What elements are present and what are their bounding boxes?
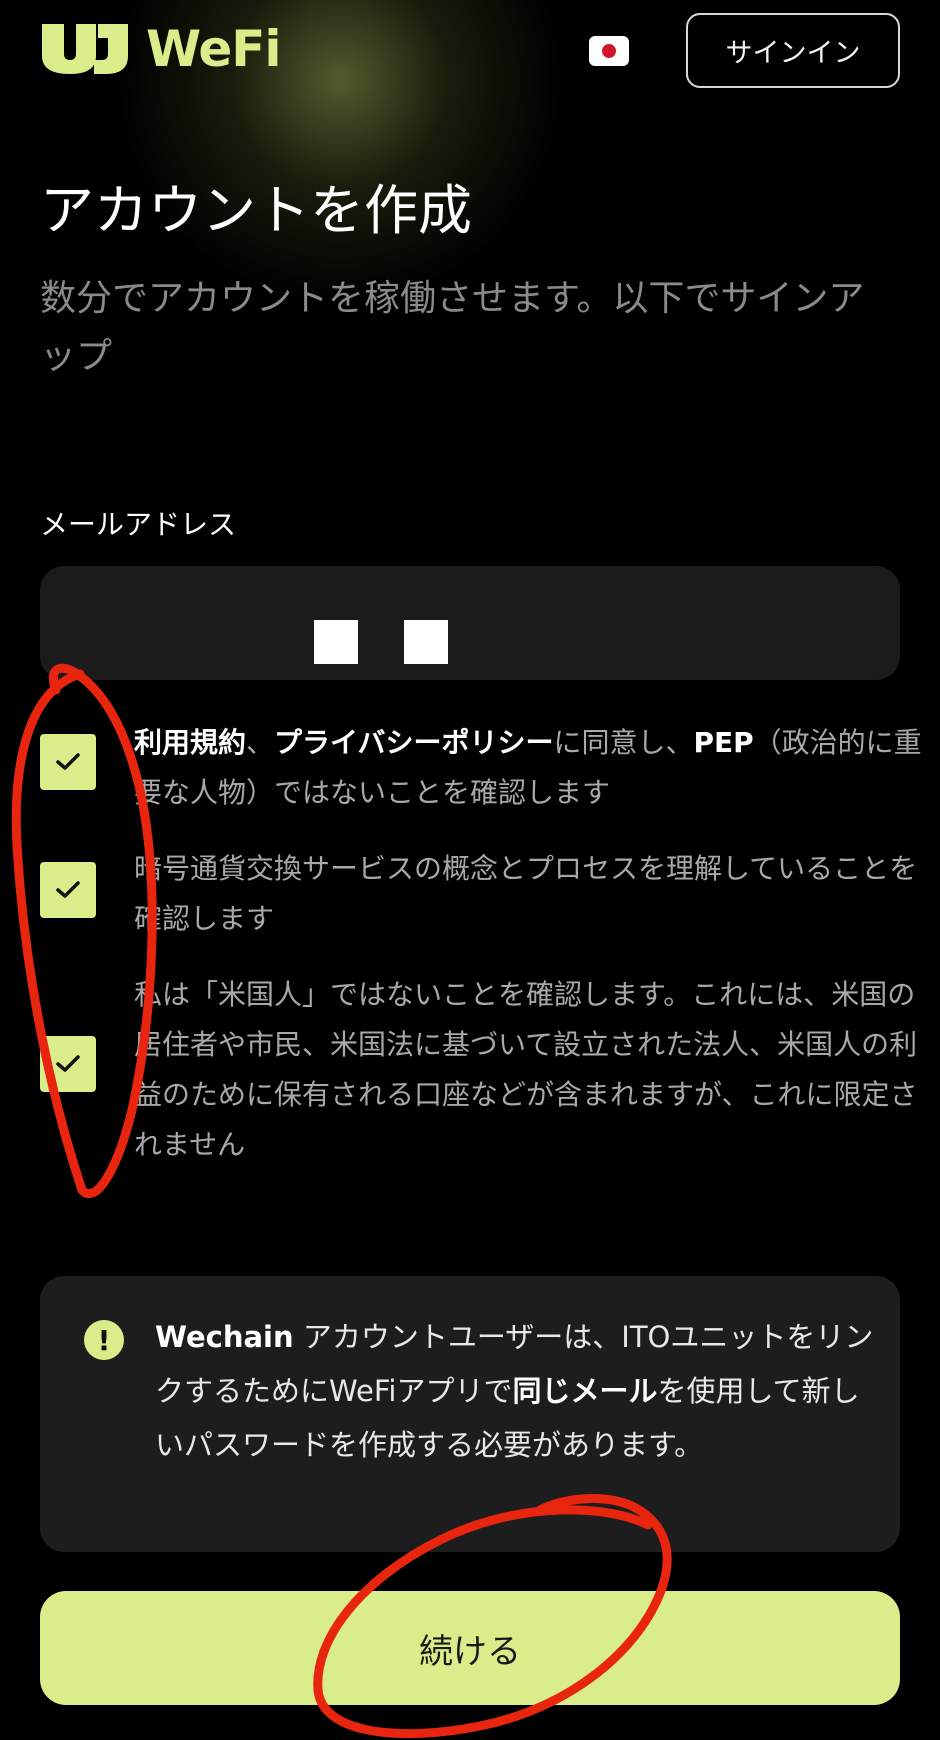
- continue-button[interactable]: 続ける: [40, 1591, 900, 1705]
- logo-text: WeFi: [146, 20, 282, 78]
- checkmark-icon: [56, 881, 80, 898]
- us-person-agreement-text: 私は「米国人」ではないことを確認します。これには、米国の居住者や市民、米国法に基…: [134, 978, 918, 1161]
- redaction-block: [314, 620, 358, 664]
- wefi-logo-mark-icon: [42, 24, 128, 74]
- flag-sun: [602, 44, 616, 58]
- separator-text: 、: [246, 726, 275, 759]
- terms-link[interactable]: 利用規約: [134, 726, 246, 759]
- japan-flag-icon[interactable]: [589, 36, 629, 66]
- redaction-block: [404, 620, 448, 664]
- signin-button[interactable]: サインイン: [686, 13, 900, 88]
- crypto-checkbox[interactable]: [40, 862, 96, 918]
- checkmark-icon: [56, 1055, 80, 1072]
- email-label: メールアドレス: [40, 508, 237, 541]
- terms-agreement-text: 利用規約、プライバシーポリシーに同意し、PEP（政治的に重要な人物）ではないこと…: [134, 718, 924, 818]
- notice-text: Wechain アカウントユーザーは、ITOユニットをリンクするためにWeFiア…: [155, 1310, 875, 1472]
- page-subtitle: 数分でアカウントを稼働させます。以下でサインアップ: [40, 278, 865, 377]
- notice-strong: 同じメール: [512, 1374, 658, 1408]
- terms-checkbox[interactable]: [40, 734, 96, 790]
- notice-brand: Wechain: [155, 1320, 294, 1354]
- wefi-logo: WeFi: [38, 20, 282, 78]
- agreement-mid-text: に同意し、: [553, 726, 694, 759]
- privacy-policy-link[interactable]: プライバシーポリシー: [274, 726, 553, 759]
- crypto-agreement-text: 暗号通貨交換サービスの概念とプロセスを理解していることを確認します: [134, 852, 918, 935]
- checkmark-icon: [56, 753, 80, 770]
- notice-box: ! Wechain アカウントユーザーは、ITOユニットをリンクするためにWeF…: [40, 1276, 900, 1552]
- email-field[interactable]: [40, 566, 900, 680]
- page-title: アカウントを作成: [40, 179, 472, 242]
- pep-text: PEP: [693, 726, 754, 759]
- us-person-checkbox[interactable]: [40, 1036, 96, 1092]
- exclamation-icon: !: [84, 1320, 124, 1360]
